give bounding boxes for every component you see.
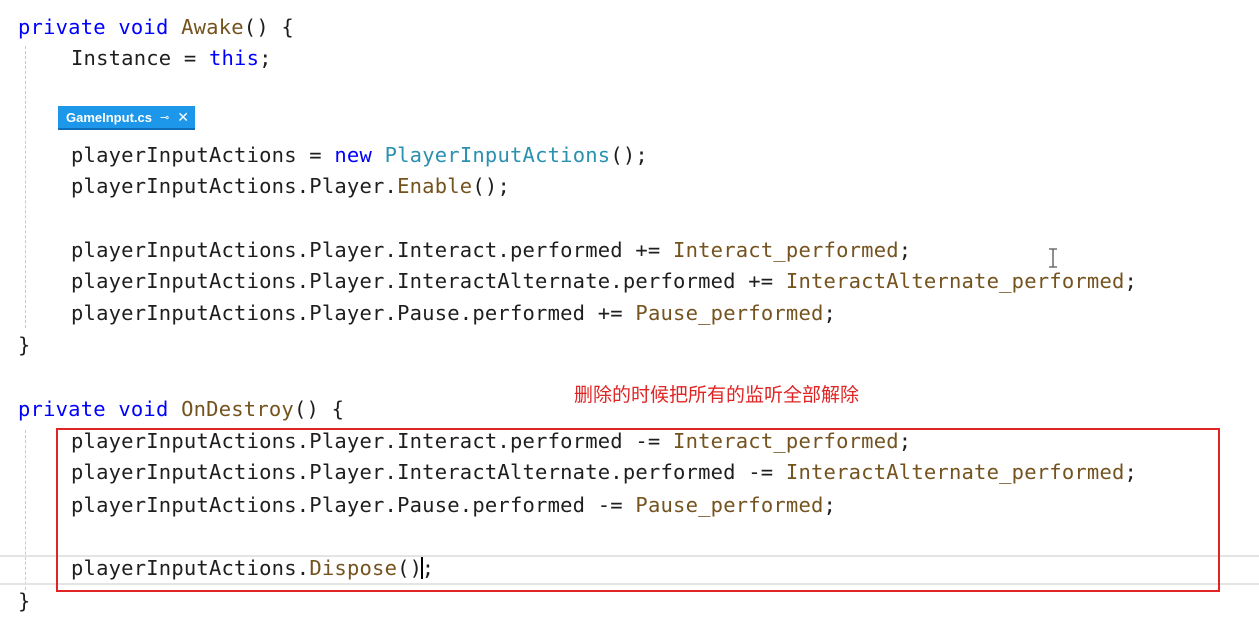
code-line-3[interactable]: playerInputActions = new PlayerInputActi…: [18, 140, 648, 170]
code-token: playerInputActions.Player.InteractAltern…: [71, 269, 786, 293]
code-token: Enable: [397, 174, 473, 198]
code-token: ;: [898, 238, 912, 262]
code-token: private: [18, 15, 119, 39]
code-token: ();: [610, 143, 648, 167]
code-token: playerInputActions.Player.: [71, 174, 398, 198]
code-token: OnDestroy: [181, 397, 294, 421]
code-token: ;: [1124, 269, 1138, 293]
code-line-1[interactable]: private void Awake() {: [18, 12, 294, 42]
code-token: playerInputActions.Player.Interact.perfo…: [71, 238, 674, 262]
code-token: ;: [259, 46, 272, 70]
code-token: Awake: [181, 15, 244, 39]
code-line-2[interactable]: Instance = this;: [18, 43, 272, 73]
code-token: Interact_performed: [673, 238, 899, 262]
code-editor[interactable]: private void Awake() { Instance = this; …: [0, 0, 1259, 618]
code-token: Pause_performed: [635, 301, 824, 325]
code-token: void: [118, 397, 182, 421]
code-line-4[interactable]: playerInputActions.Player.Enable();: [18, 171, 510, 201]
code-token: playerInputActions =: [71, 143, 335, 167]
code-token: }: [18, 333, 31, 357]
code-token: ();: [472, 174, 510, 198]
code-token: }: [18, 589, 31, 613]
code-line-9[interactable]: private void OnDestroy() {: [18, 394, 344, 424]
code-line-14[interactable]: }: [18, 586, 31, 616]
code-token: private: [18, 397, 119, 421]
code-token: ;: [823, 301, 837, 325]
code-line-6[interactable]: playerInputActions.Player.InteractAltern…: [18, 266, 1137, 296]
close-icon[interactable]: ✕: [177, 109, 189, 126]
code-token: this: [208, 46, 260, 70]
code-token: PlayerInputActions: [384, 143, 611, 167]
ibeam-cursor-icon: [1049, 248, 1057, 268]
code-token: Instance =: [71, 46, 209, 70]
code-token: playerInputActions.Player.Pause.performe…: [71, 301, 636, 325]
pin-icon[interactable]: ⊸: [160, 111, 169, 124]
code-token: () {: [293, 397, 345, 421]
code-line-7[interactable]: playerInputActions.Player.Pause.performe…: [18, 298, 836, 328]
code-token: void: [118, 15, 182, 39]
code-token: () {: [243, 15, 294, 39]
code-token: new: [334, 143, 385, 167]
red-highlight-box: [56, 428, 1220, 592]
gameinput-tab-chip[interactable]: GameInput.cs ⊸ ✕: [58, 106, 195, 130]
code-line-5[interactable]: playerInputActions.Player.Interact.perfo…: [18, 235, 911, 265]
tab-chip-filename: GameInput.cs: [66, 109, 152, 125]
code-line-8[interactable]: }: [18, 330, 31, 360]
annotation-text: 删除的时候把所有的监听全部解除: [574, 384, 860, 406]
code-token: InteractAlternate_performed: [785, 269, 1125, 293]
